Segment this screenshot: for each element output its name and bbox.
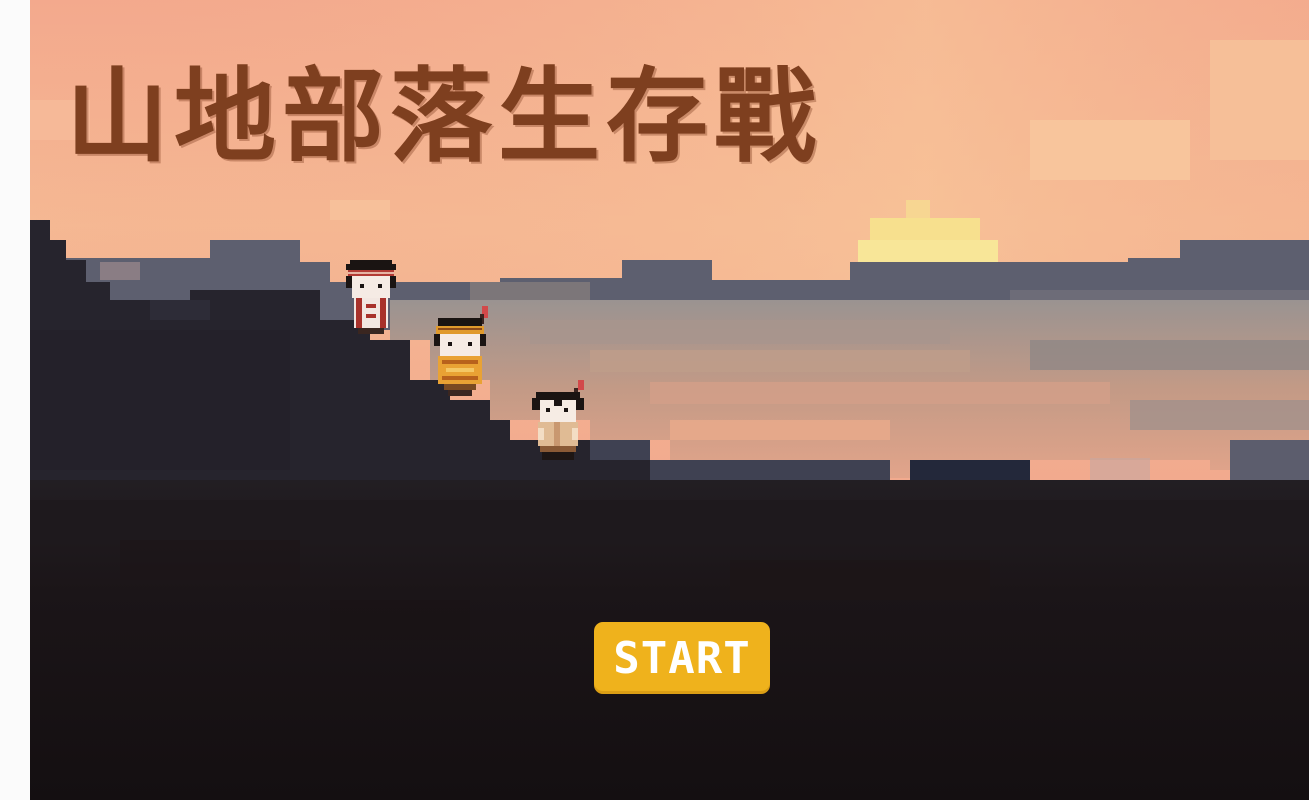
start-button[interactable]: START [594,622,770,694]
tribal-villager-character-icon [522,376,592,464]
game-canvas: 山地部落生存戰 START [30,0,1309,800]
game-title: 山地部落生存戰 [66,58,822,177]
tribal-chief-character-icon [424,306,496,400]
tribal-elder-character-icon [336,256,406,340]
